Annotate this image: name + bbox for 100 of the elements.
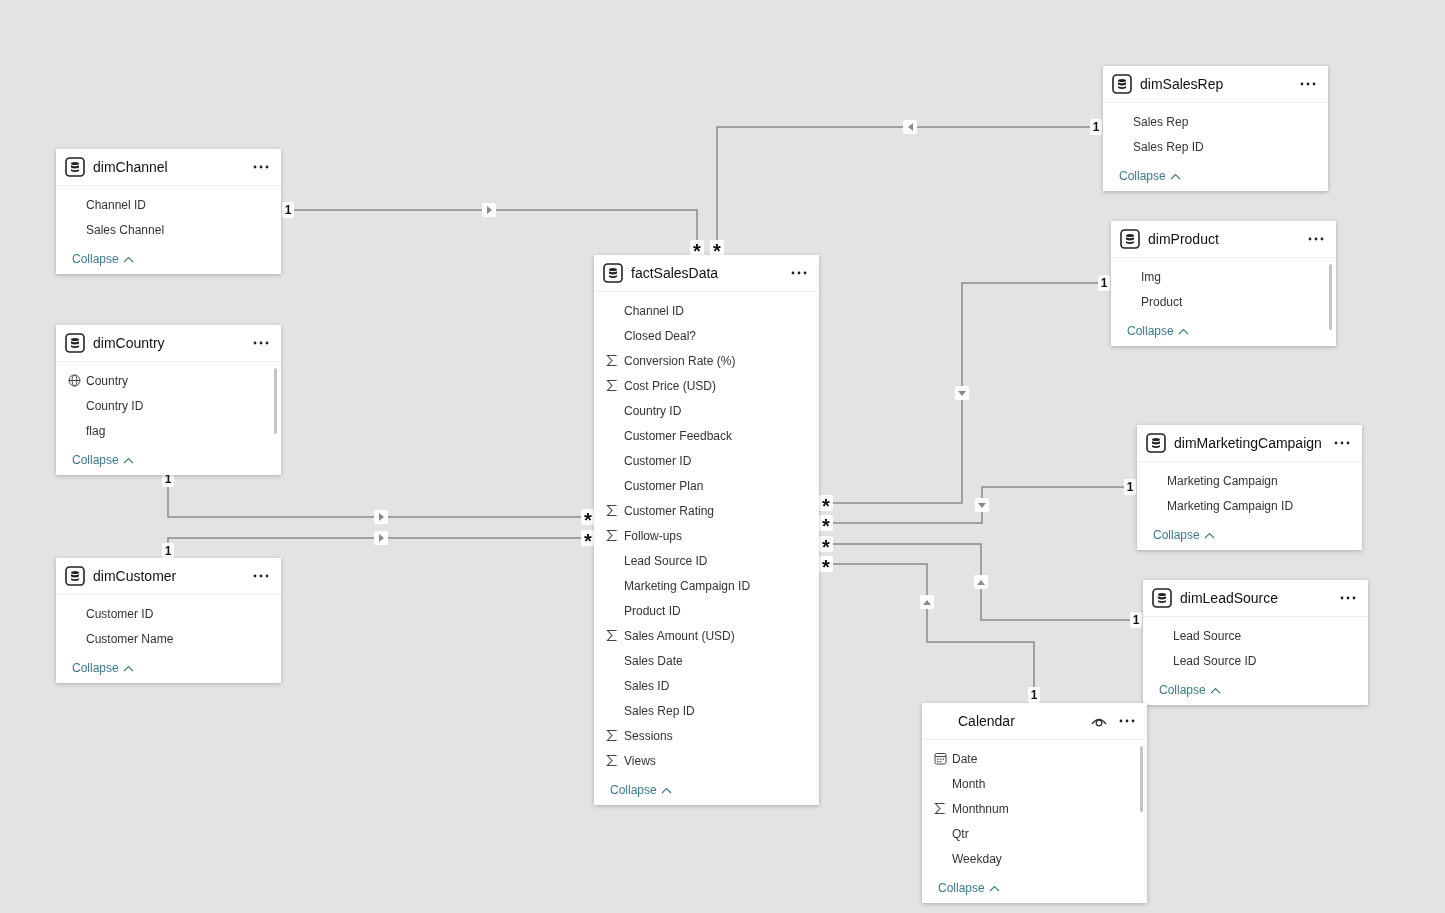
more-options-icon[interactable] xyxy=(253,165,269,169)
field-name[interactable]: Customer ID xyxy=(624,453,692,468)
scrollbar[interactable] xyxy=(274,368,277,434)
table-card[interactable]: dimCountry Country Country ID flag Collapse xyxy=(56,325,281,475)
table-title: dimCountry xyxy=(93,335,166,351)
field-name[interactable]: Weekday xyxy=(952,851,1002,866)
sigma-icon xyxy=(606,379,618,392)
table-title: dimMarketingCampaign xyxy=(1174,435,1323,451)
field-name[interactable]: Sales Rep ID xyxy=(1133,139,1204,154)
sigma-icon xyxy=(606,504,618,517)
more-options-icon[interactable] xyxy=(253,574,269,578)
field-name[interactable]: Sales ID xyxy=(624,678,670,693)
field-name[interactable]: Sales Channel xyxy=(86,222,165,237)
scrollbar[interactable] xyxy=(1140,746,1143,812)
field-name[interactable]: Date xyxy=(952,751,978,766)
scrollbar[interactable] xyxy=(1329,264,1332,330)
field-name[interactable]: Channel ID xyxy=(86,197,147,212)
field-name[interactable]: Customer Rating xyxy=(624,503,715,518)
field-name[interactable]: Qtr xyxy=(952,826,969,841)
field-name[interactable]: Sales Rep ID xyxy=(624,703,695,718)
table-card[interactable]: dimLeadSource Lead Source Lead Source ID Collapse xyxy=(1143,580,1368,705)
field-name[interactable]: Conversion Rate (%) xyxy=(624,353,736,368)
field-name[interactable]: Follow-ups xyxy=(624,528,683,543)
table-icon xyxy=(65,157,85,177)
table-title: dimLeadSource xyxy=(1180,590,1280,606)
collapse-link[interactable]: Collapse xyxy=(1111,314,1336,346)
table-title: factSalesData xyxy=(631,265,720,281)
field-name[interactable]: Product xyxy=(1141,294,1183,309)
cardinality-label: 1 xyxy=(1090,119,1102,135)
field-name[interactable]: Marketing Campaign ID xyxy=(1167,498,1294,513)
table-icon xyxy=(1152,588,1172,608)
collapse-link[interactable]: Collapse xyxy=(56,651,281,683)
sigma-icon xyxy=(606,529,618,542)
table-icon xyxy=(1112,74,1132,94)
cardinality-label: 1 xyxy=(162,543,174,559)
field-name[interactable]: Cost Price (USD) xyxy=(624,378,716,393)
relationship-line[interactable] xyxy=(167,531,582,545)
more-options-icon[interactable] xyxy=(1340,596,1356,600)
chevron-up-icon xyxy=(1169,172,1181,180)
chevron-up-icon xyxy=(1209,686,1221,694)
more-options-icon[interactable] xyxy=(1308,237,1324,241)
more-options-icon[interactable] xyxy=(1300,82,1316,86)
table-icon xyxy=(65,333,85,353)
cardinality-label: * xyxy=(819,495,833,511)
collapse-link[interactable]: Collapse xyxy=(594,773,819,805)
collapse-link[interactable]: Collapse xyxy=(1143,673,1368,705)
field-name[interactable]: Lead Source ID xyxy=(1173,653,1257,668)
globe-icon xyxy=(68,374,81,387)
field-name[interactable]: Views xyxy=(624,753,656,768)
field-name[interactable]: Customer Name xyxy=(86,631,174,646)
field-name[interactable]: Product ID xyxy=(624,603,681,618)
more-options-icon[interactable] xyxy=(1119,719,1135,723)
table-title: Calendar xyxy=(958,713,1016,729)
cardinality-label: 1 xyxy=(1028,687,1040,703)
table-card[interactable]: Calendar Date Month Monthnum Qtr Weekday Collapse xyxy=(922,703,1147,903)
more-options-icon[interactable] xyxy=(791,271,807,275)
calendar-icon xyxy=(934,752,947,765)
chevron-up-icon xyxy=(660,786,672,794)
table-card[interactable]: dimMarketingCampaign Marketing Campaign Marketing Campaign ID Collapse xyxy=(1137,425,1362,550)
field-name[interactable]: Sales Rep xyxy=(1133,114,1189,129)
table-icon xyxy=(603,263,623,283)
field-name[interactable]: Sales Amount (USD) xyxy=(624,628,735,643)
table-card[interactable]: dimProduct Img Product Collapse xyxy=(1111,221,1336,346)
collapse-link[interactable]: Collapse xyxy=(922,871,1147,903)
field-name[interactable]: Closed Deal? xyxy=(624,328,697,343)
cardinality-label: 1 xyxy=(1124,479,1136,495)
collapse-link[interactable]: Collapse xyxy=(1103,159,1328,191)
field-name[interactable]: Marketing Campaign xyxy=(1167,473,1278,488)
field-name[interactable]: Country xyxy=(86,373,129,388)
field-name[interactable]: Sessions xyxy=(624,728,673,743)
table-card[interactable]: dimChannel Channel ID Sales Channel Collapse xyxy=(56,149,281,274)
sigma-icon xyxy=(606,729,618,742)
field-name[interactable]: Monthnum xyxy=(952,801,1009,816)
field-name[interactable]: Marketing Campaign ID xyxy=(624,578,751,593)
more-options-icon[interactable] xyxy=(253,341,269,345)
collapse-link[interactable]: Collapse xyxy=(1137,518,1362,550)
field-name[interactable]: Country ID xyxy=(624,403,682,418)
table-icon xyxy=(1120,229,1140,249)
cardinality-label: 1 xyxy=(1130,612,1142,628)
field-name[interactable]: Lead Source ID xyxy=(624,553,708,568)
field-name[interactable]: Country ID xyxy=(86,398,144,413)
field-name[interactable]: Lead Source xyxy=(1173,628,1242,643)
cardinality-label: 1 xyxy=(282,202,294,218)
collapse-link[interactable]: Collapse xyxy=(56,242,281,274)
cardinality-label: * xyxy=(819,556,833,572)
field-name[interactable]: Img xyxy=(1141,269,1161,284)
field-name[interactable]: Sales Date xyxy=(624,653,683,668)
field-name[interactable]: Channel ID xyxy=(624,303,685,318)
table-card[interactable]: dimSalesRep Sales Rep Sales Rep ID Collapse xyxy=(1103,66,1328,191)
chevron-up-icon xyxy=(1203,531,1215,539)
cardinality-label: * xyxy=(690,240,704,256)
table-card[interactable]: dimCustomer Customer ID Customer Name Collapse xyxy=(56,558,281,683)
field-name[interactable]: Customer ID xyxy=(86,606,154,621)
sigma-icon xyxy=(934,802,946,815)
field-name[interactable]: Customer Plan xyxy=(624,478,704,493)
field-name[interactable]: Customer Feedback xyxy=(624,428,733,443)
field-name[interactable]: flag xyxy=(86,423,106,438)
table-card[interactable] xyxy=(594,255,819,805)
field-name[interactable]: Month xyxy=(952,776,986,791)
more-options-icon[interactable] xyxy=(1334,441,1350,445)
